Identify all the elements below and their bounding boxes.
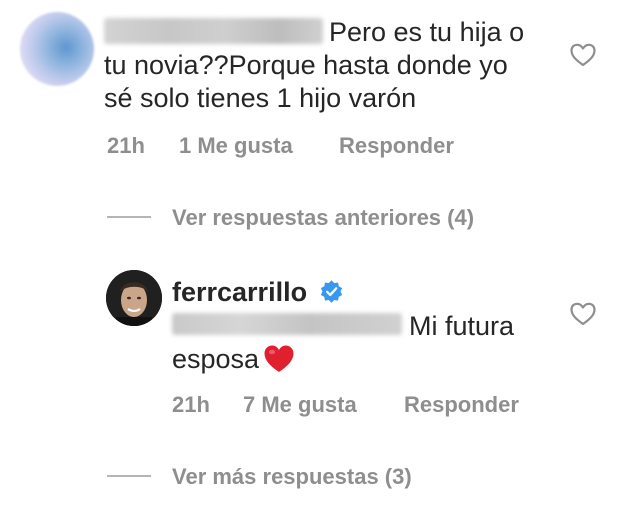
like-heart-icon[interactable] [570,43,596,67]
view-previous-replies-link[interactable]: Ver respuestas anteriores (4) [172,205,474,231]
reply-avatar[interactable] [106,270,162,326]
reply-reply-button[interactable]: Responder [404,392,519,418]
reply-text: Mi futura esposa [172,311,515,374]
reply-likes[interactable]: 7 Me gusta [243,392,357,418]
comment-time: 21h [107,133,145,158]
red-heart-emoji-icon [264,345,294,372]
commenter-avatar[interactable] [20,12,94,86]
comment-likes[interactable]: 1 Me gusta [179,133,293,159]
reply-button[interactable]: Responder [339,133,454,159]
view-more-replies-link[interactable]: Ver más respuestas (3) [172,464,412,490]
comment-text: Pero es tu hija o tu novia??Porque hasta… [104,17,525,113]
verified-badge-icon [320,280,343,303]
reply-like-heart-icon[interactable] [570,302,596,326]
reply-time: 21h [172,392,210,417]
reply-username[interactable]: ferrcarrillo [172,277,307,308]
thread-line [107,216,151,218]
thread-line-bottom [107,475,151,477]
